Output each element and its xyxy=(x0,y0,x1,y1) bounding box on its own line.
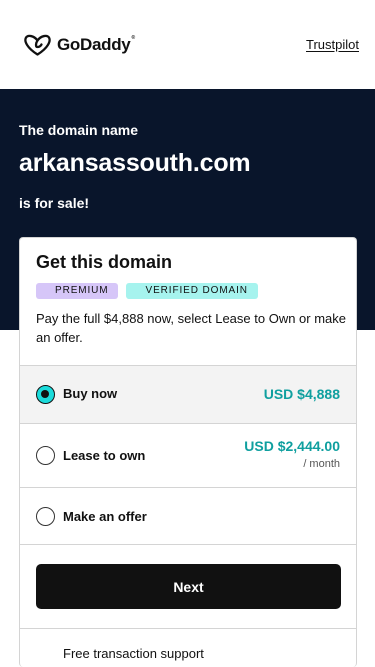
card-title: Get this domain xyxy=(36,252,173,272)
godaddy-logo-icon xyxy=(24,34,51,56)
radio-button-icon[interactable] xyxy=(36,446,55,465)
next-button[interactable]: Next xyxy=(36,564,341,609)
option-buy-now[interactable]: Buy now USD $4,888 xyxy=(20,365,356,423)
logo-text: GoDaddy® xyxy=(57,35,135,54)
radio-button-icon[interactable] xyxy=(36,385,55,404)
option-price: USD $4,888 xyxy=(263,386,340,402)
domain-name: arkansassouth.com xyxy=(19,149,251,177)
option-label: Buy now xyxy=(63,386,118,401)
radio-button-icon[interactable] xyxy=(36,507,55,526)
option-make-offer[interactable]: Make an offer xyxy=(20,487,356,545)
support-text: Free transaction support xyxy=(63,646,204,661)
purchase-card: Get this domain PREMIUM VERIFIED DOMAIN … xyxy=(19,237,357,667)
option-price-period: / month xyxy=(303,458,340,470)
for-sale-text: is for sale! xyxy=(19,195,90,211)
option-price: USD $2,444.00 xyxy=(244,438,340,454)
verified-domain-badge: VERIFIED DOMAIN xyxy=(125,283,258,299)
badge-row: PREMIUM VERIFIED DOMAIN xyxy=(36,283,258,299)
header: GoDaddy® Trustpilot xyxy=(0,0,375,89)
hero-label: The domain name xyxy=(19,122,139,138)
support-row: Free transaction support xyxy=(20,628,356,667)
option-lease-to-own[interactable]: Lease to own USD $2,444.00 / month xyxy=(20,423,356,487)
option-label: Lease to own xyxy=(63,448,146,463)
godaddy-logo[interactable]: GoDaddy® xyxy=(24,33,135,57)
premium-badge: PREMIUM xyxy=(36,283,118,299)
card-description: Pay the full $4,888 now, select Lease to… xyxy=(36,311,347,345)
option-label: Make an offer xyxy=(63,509,147,524)
trustpilot-link[interactable]: Trustpilot xyxy=(306,37,359,52)
